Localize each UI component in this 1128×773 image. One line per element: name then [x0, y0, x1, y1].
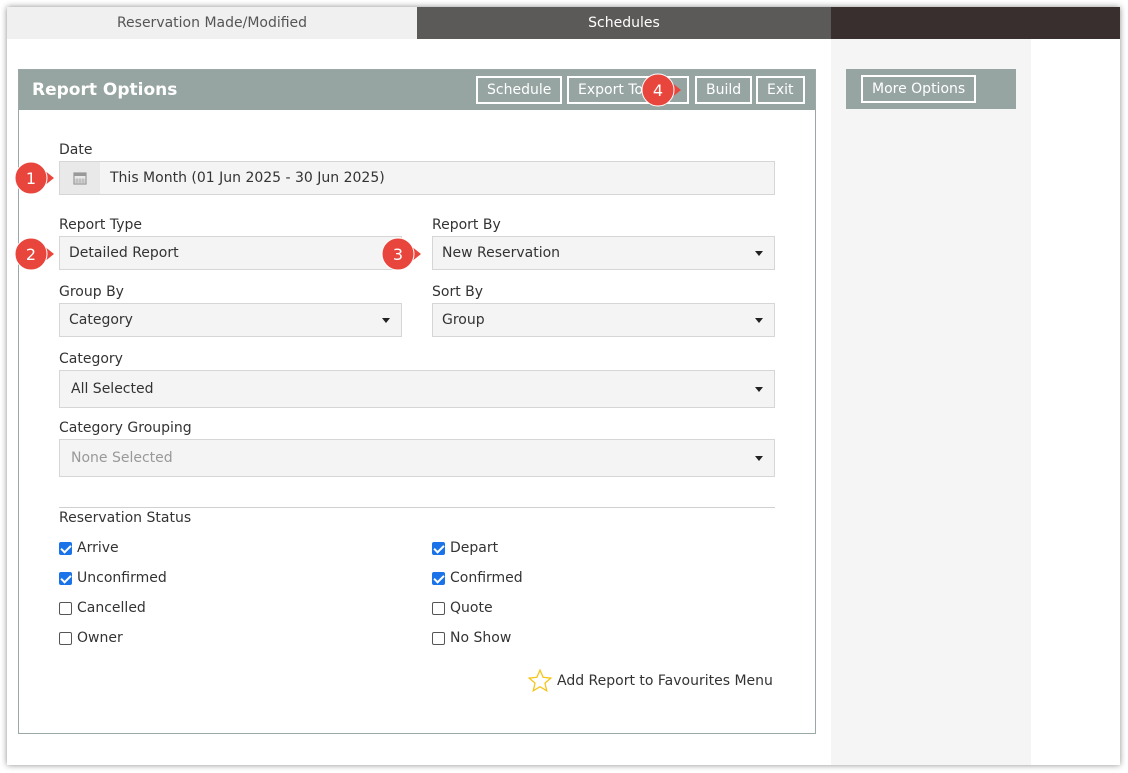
sort-by-label: Sort By — [432, 284, 484, 300]
checkbox-box[interactable] — [59, 631, 72, 645]
panel-title: Report Options — [32, 80, 178, 100]
checkbox-box[interactable] — [432, 571, 445, 585]
checkbox-no-show[interactable]: No Show — [432, 630, 511, 646]
date-value: This Month (01 Jun 2025 - 30 Jun 2025) — [110, 170, 385, 186]
report-options-panel: Report Options Schedule Export To Build … — [18, 69, 816, 734]
annotation-marker-3: 3 — [381, 237, 421, 271]
category-value: All Selected — [71, 381, 154, 397]
annotation-marker-1: 1 — [14, 161, 54, 195]
checkbox-label: Quote — [450, 600, 493, 616]
checkbox-quote[interactable]: Quote — [432, 600, 493, 616]
date-field[interactable]: This Month (01 Jun 2025 - 30 Jun 2025) — [59, 161, 775, 195]
checkbox-label: Cancelled — [77, 600, 146, 616]
chevron-down-icon — [755, 318, 763, 323]
divider — [59, 507, 775, 508]
schedule-button[interactable]: Schedule — [476, 76, 563, 104]
report-type-label: Report Type — [59, 217, 143, 233]
report-by-value: New Reservation — [442, 245, 561, 261]
category-grouping-label: Category Grouping — [59, 420, 192, 436]
sort-by-value: Group — [442, 312, 485, 328]
star-icon[interactable] — [527, 668, 553, 694]
report-window: Reservation Made/Modified Schedules Repo… — [7, 7, 1120, 765]
checkbox-arrive[interactable]: Arrive — [59, 540, 119, 556]
checkbox-label: Owner — [77, 630, 123, 646]
tab-schedules[interactable]: Schedules — [417, 7, 831, 39]
chevron-down-icon — [382, 318, 390, 323]
checkbox-box[interactable] — [59, 571, 72, 585]
chevron-down-icon — [755, 456, 763, 461]
category-grouping-value: None Selected — [71, 450, 173, 466]
marker-number: 1 — [25, 168, 37, 188]
date-label: Date — [59, 142, 93, 158]
checkbox-label: Depart — [450, 540, 499, 556]
favourites-label: Add Report to Favourites Menu — [557, 673, 773, 689]
tab-bar-filler — [831, 7, 1120, 39]
checkbox-unconfirmed[interactable]: Unconfirmed — [59, 570, 167, 586]
category-grouping-select[interactable]: None Selected — [59, 439, 775, 477]
more-options-button[interactable]: More Options — [861, 75, 977, 103]
checkbox-box[interactable] — [432, 541, 445, 555]
checkbox-label: Arrive — [77, 540, 119, 556]
group-by-label: Group By — [59, 284, 124, 300]
checkbox-box[interactable] — [432, 631, 445, 645]
chevron-down-icon — [755, 251, 763, 256]
marker-number: 2 — [25, 244, 37, 264]
tab-reservation-made-modified[interactable]: Reservation Made/Modified — [7, 7, 417, 39]
annotation-marker-2: 2 — [14, 237, 54, 271]
checkbox-box[interactable] — [432, 601, 445, 615]
group-by-value: Category — [69, 312, 133, 328]
annotation-marker-4: 4 — [641, 73, 681, 107]
exit-button[interactable]: Exit — [756, 76, 805, 104]
panel-header: Report Options Schedule Export To Build … — [19, 70, 815, 110]
more-options-panel: More Options — [846, 69, 1016, 109]
tab-bar: Reservation Made/Modified Schedules — [7, 7, 1120, 39]
marker-number: 4 — [652, 80, 664, 100]
checkbox-box[interactable] — [59, 541, 72, 555]
checkbox-box[interactable] — [59, 601, 72, 615]
report-type-select[interactable]: Detailed Report — [59, 236, 402, 270]
checkbox-depart[interactable]: Depart — [432, 540, 498, 556]
group-by-select[interactable]: Category — [59, 303, 402, 337]
checkbox-label: No Show — [450, 630, 512, 646]
reservation-status-label: Reservation Status — [59, 510, 192, 526]
report-by-select[interactable]: New Reservation — [432, 236, 775, 270]
right-side-area — [831, 7, 1031, 765]
calendar-icon[interactable] — [60, 162, 100, 194]
marker-number: 3 — [392, 244, 404, 264]
build-button[interactable]: Build — [695, 76, 753, 104]
category-label: Category — [59, 351, 123, 367]
checkbox-label: Confirmed — [450, 570, 523, 586]
report-by-label: Report By — [432, 217, 501, 233]
category-select[interactable]: All Selected — [59, 370, 775, 408]
checkbox-owner[interactable]: Owner — [59, 630, 123, 646]
add-to-favourites-link[interactable]: Add Report to Favourites Menu — [527, 668, 773, 694]
checkbox-label: Unconfirmed — [77, 570, 167, 586]
chevron-down-icon — [755, 387, 763, 392]
checkbox-confirmed[interactable]: Confirmed — [432, 570, 523, 586]
report-type-value: Detailed Report — [69, 245, 179, 261]
checkbox-cancelled[interactable]: Cancelled — [59, 600, 146, 616]
sort-by-select[interactable]: Group — [432, 303, 775, 337]
